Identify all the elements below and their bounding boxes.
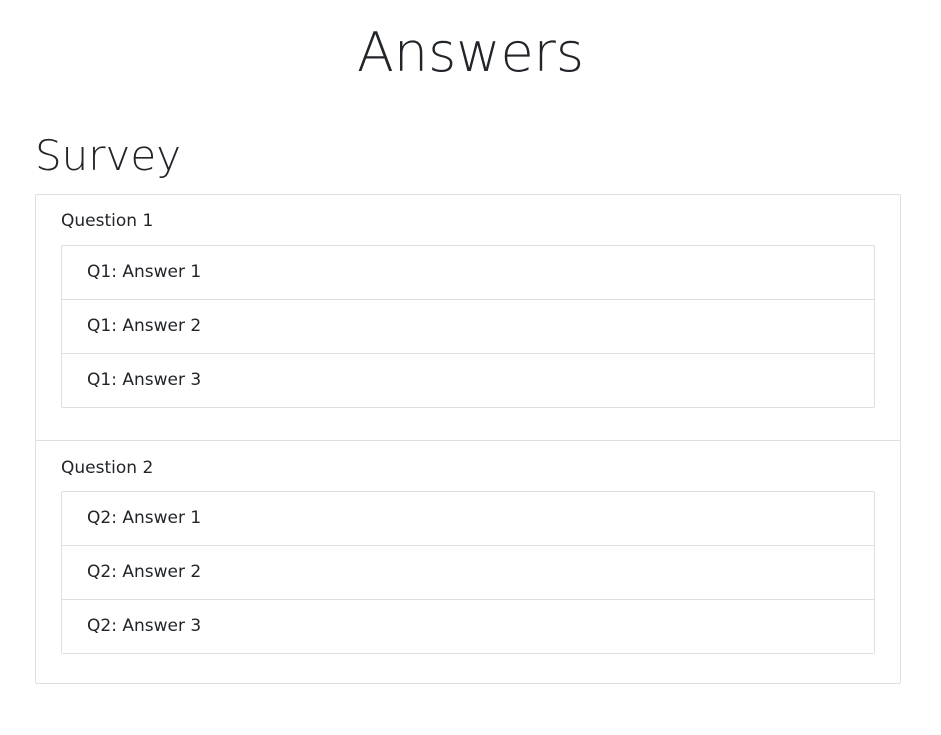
question-block: Question 1 Q1: Answer 1 Q1: Answer 2 Q1:…: [36, 195, 900, 440]
answer-list: Q2: Answer 1 Q2: Answer 2 Q2: Answer 3: [61, 491, 875, 654]
question-block: Question 2 Q2: Answer 1 Q2: Answer 2 Q2:…: [36, 440, 900, 684]
survey-card: Question 1 Q1: Answer 1 Q1: Answer 2 Q1:…: [35, 194, 901, 684]
survey-title: Survey: [35, 131, 182, 180]
question-label: Question 2: [61, 458, 154, 478]
answer-item[interactable]: Q1: Answer 1: [62, 246, 874, 299]
answer-item[interactable]: Q1: Answer 2: [62, 299, 874, 353]
answer-item[interactable]: Q2: Answer 2: [62, 545, 874, 599]
answer-list: Q1: Answer 1 Q1: Answer 2 Q1: Answer 3: [61, 245, 875, 408]
answer-item[interactable]: Q2: Answer 3: [62, 599, 874, 653]
question-label: Question 1: [61, 211, 154, 231]
answer-item[interactable]: Q1: Answer 3: [62, 353, 874, 407]
answer-item[interactable]: Q2: Answer 1: [62, 492, 874, 545]
page-title: Answers: [356, 21, 585, 84]
